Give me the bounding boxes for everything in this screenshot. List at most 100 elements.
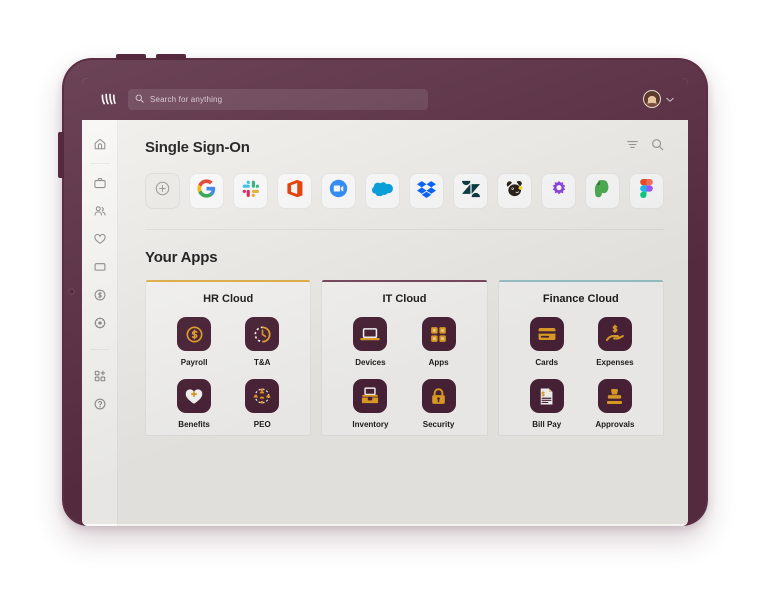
app-label: Approvals <box>595 420 635 429</box>
clock-icon <box>245 317 280 351</box>
cloud-card-it: IT Cloud Devices Apps Inventory Security <box>321 280 488 436</box>
salesforce-icon <box>371 181 393 201</box>
invoice-icon <box>529 379 564 413</box>
sso-section-header: Single Sign-On <box>145 138 664 156</box>
app-item-cards[interactable]: Cards <box>516 317 578 367</box>
rippling-logo-icon[interactable] <box>90 93 126 105</box>
app-label: Security <box>422 420 455 429</box>
app-item-inventory[interactable]: Inventory <box>339 379 401 429</box>
front-camera <box>68 288 75 295</box>
section-divider <box>145 229 664 230</box>
hand-dollar-icon <box>597 317 632 351</box>
stamp-icon <box>597 379 632 413</box>
app-label: Bill Pay <box>532 420 562 429</box>
sidebar-item-finance[interactable] <box>82 281 118 309</box>
dollar-circle-icon <box>177 317 212 351</box>
app-item-devices[interactable]: Devices <box>339 317 401 367</box>
sidebar-item-home[interactable] <box>82 130 118 158</box>
mailchimp-icon <box>505 179 524 203</box>
search-input[interactable]: Search for anything <box>128 88 428 110</box>
app-item-peo[interactable]: PEO <box>231 379 293 429</box>
sso-tile-office[interactable] <box>277 173 312 209</box>
app-label: T&A <box>254 358 271 367</box>
app-label: Devices <box>355 358 386 367</box>
credit-card-icon <box>529 317 564 351</box>
app-topbar: Search for anything <box>82 78 688 120</box>
sso-tile-google[interactable] <box>189 173 224 209</box>
app-item-ta[interactable]: T&A <box>231 317 293 367</box>
sso-tile-salesforce[interactable] <box>365 173 400 209</box>
filter-icon[interactable] <box>626 138 639 156</box>
sidebar-item-people[interactable] <box>82 197 118 225</box>
cloud-card-hr: HR Cloud Payroll T&A Benefits PEO <box>145 280 312 436</box>
sso-tile-mailchimp[interactable] <box>497 173 532 209</box>
jamf-burst-icon <box>550 180 568 203</box>
sso-tile-figma[interactable] <box>629 173 664 209</box>
app-label: PEO <box>253 420 271 429</box>
sso-header-actions <box>626 138 664 156</box>
figma-icon <box>640 179 653 203</box>
app-label: Benefits <box>178 420 210 429</box>
cloud-cards-row: HR Cloud Payroll T&A Benefits PEO IT Clo… <box>145 280 664 436</box>
volume-down-button[interactable] <box>156 54 186 60</box>
app-item-payroll[interactable]: Payroll <box>163 317 225 367</box>
sso-tile-jamf[interactable] <box>541 173 576 209</box>
google-icon <box>197 179 216 203</box>
tablet-screen: Search for anything Single Sign-On Your … <box>82 78 688 526</box>
cloud-card-title: IT Cloud <box>382 293 427 305</box>
sidebar-item-settings[interactable] <box>82 309 118 337</box>
app-label: Expenses <box>596 358 634 367</box>
people-circle-icon <box>245 379 280 413</box>
zoom-icon <box>329 179 348 203</box>
dropbox-icon <box>417 180 436 203</box>
sso-tile-dropbox[interactable] <box>409 173 444 209</box>
app-label: Cards <box>535 358 559 367</box>
volume-up-button[interactable] <box>116 54 146 60</box>
search-placeholder: Search for anything <box>150 94 223 104</box>
app-item-bill-pay[interactable]: Bill Pay <box>516 379 578 429</box>
cloud-card-finance: Finance Cloud Cards Expenses Bill Pay Ap… <box>497 280 664 436</box>
evernote-icon <box>594 179 611 203</box>
sso-tile-zendesk[interactable] <box>453 173 488 209</box>
page-title: Single Sign-On <box>145 138 250 156</box>
power-button[interactable] <box>58 132 64 178</box>
padlock-icon <box>421 379 456 413</box>
app-label: Apps <box>428 358 449 367</box>
zendesk-icon <box>461 180 480 203</box>
sso-tile-evernote[interactable] <box>585 173 620 209</box>
sso-tile-add-app[interactable] <box>145 173 180 209</box>
avatar[interactable] <box>643 90 661 108</box>
app-item-approvals[interactable]: Approvals <box>584 379 646 429</box>
laptop-box-icon <box>353 379 388 413</box>
app-label: Payroll <box>180 358 208 367</box>
app-label: Inventory <box>352 420 389 429</box>
cloud-card-title: HR Cloud <box>203 293 254 305</box>
sidebar-item-devices[interactable] <box>82 253 118 281</box>
sidebar-item-apps[interactable] <box>82 362 118 390</box>
chevron-down-icon[interactable] <box>666 90 674 108</box>
app-grid: Cards Expenses Bill Pay Approvals <box>499 317 663 429</box>
microsoft-office-icon <box>286 179 304 203</box>
app-grid: Devices Apps Inventory Security <box>322 317 486 429</box>
sidebar-item-benefits[interactable] <box>82 225 118 253</box>
sidebar-divider <box>89 163 110 164</box>
slack-icon <box>242 180 260 203</box>
tablet-device-frame: Search for anything Single Sign-On Your … <box>58 54 708 526</box>
app-item-benefits[interactable]: Benefits <box>163 379 225 429</box>
laptop-icon <box>353 317 388 351</box>
sso-tile-slack[interactable] <box>233 173 268 209</box>
topbar-right-group <box>643 90 674 108</box>
app-item-expenses[interactable]: Expenses <box>584 317 646 367</box>
search-icon <box>135 90 144 108</box>
search-icon[interactable] <box>651 138 664 156</box>
heart-plus-icon <box>177 379 212 413</box>
sso-tile-zoom[interactable] <box>321 173 356 209</box>
plus-circle-icon <box>154 180 171 202</box>
sidebar-item-work[interactable] <box>82 169 118 197</box>
sidebar-rail <box>82 120 118 526</box>
cloud-card-title: Finance Cloud <box>542 293 619 305</box>
app-item-security[interactable]: Security <box>408 379 470 429</box>
app-grid: Payroll T&A Benefits PEO <box>146 317 310 429</box>
sidebar-item-help[interactable] <box>82 390 118 418</box>
app-item-apps[interactable]: Apps <box>408 317 470 367</box>
